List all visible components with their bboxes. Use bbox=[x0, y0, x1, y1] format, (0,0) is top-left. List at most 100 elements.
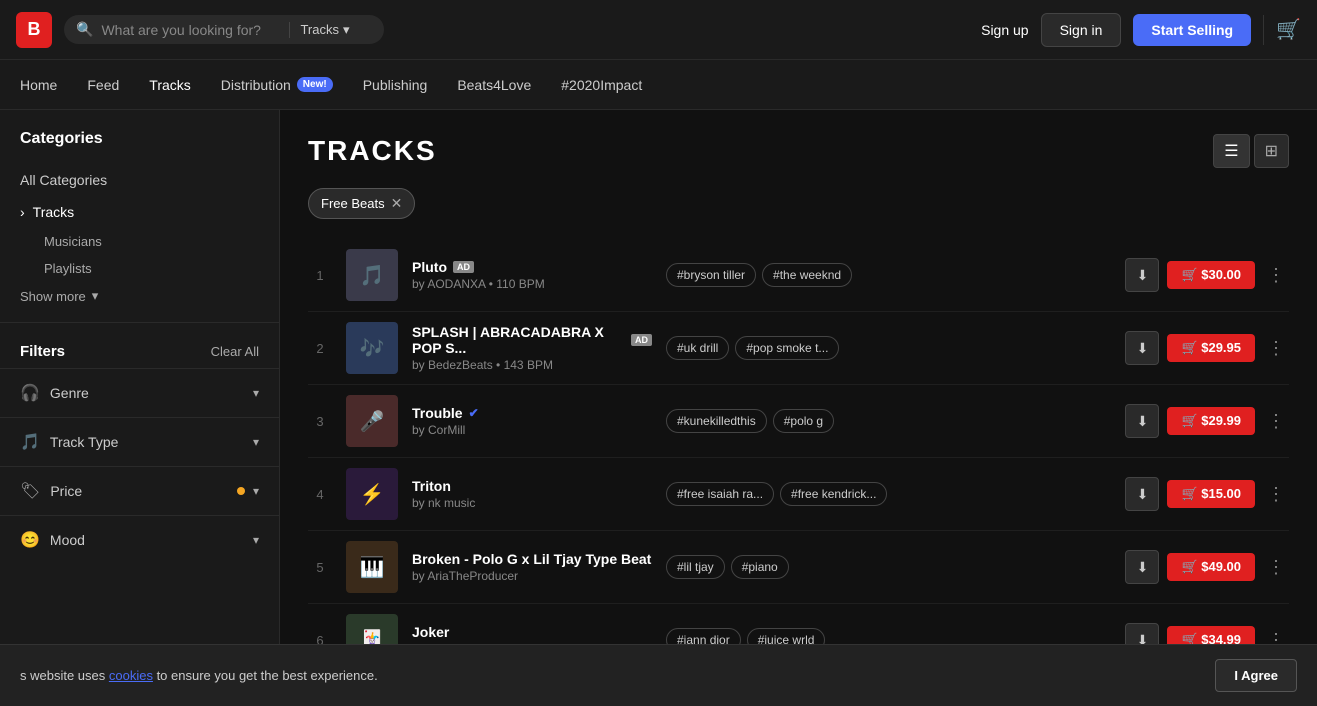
active-filters: Free Beats ✕ bbox=[308, 188, 1289, 219]
track-info: Trouble✔ by CorMill bbox=[412, 405, 652, 437]
more-options-button[interactable]: ⋮ bbox=[1263, 407, 1289, 436]
main-content: TRACKS ☰ ⊞ Free Beats ✕ 1 🎵 PlutoAD by A… bbox=[280, 110, 1317, 706]
price-tag-icon: 🏷 bbox=[20, 481, 40, 501]
track-name: PlutoAD bbox=[412, 259, 652, 275]
filter-row-genre[interactable]: 🎧 Genre ▾ bbox=[0, 369, 279, 417]
search-input[interactable] bbox=[101, 22, 281, 38]
sidebar-sub-musicians[interactable]: Musicians bbox=[0, 228, 279, 255]
chevron-down-icon: ▾ bbox=[253, 533, 259, 547]
filter-mood: 😊 Mood ▾ bbox=[0, 515, 279, 564]
filter-row-price[interactable]: 🏷 Price ▾ bbox=[0, 467, 279, 515]
tag-pill[interactable]: #piano bbox=[731, 555, 789, 579]
sidebar-divider bbox=[0, 322, 279, 323]
nav-item-publishing[interactable]: Publishing bbox=[363, 73, 428, 97]
main-header: TRACKS ☰ ⊞ bbox=[308, 134, 1289, 168]
filter-label-price: Price bbox=[50, 483, 82, 499]
topbar-divider bbox=[1263, 15, 1264, 45]
tag-pill[interactable]: #bryson tiller bbox=[666, 263, 756, 287]
search-category-dropdown[interactable]: Tracks ▾ bbox=[289, 22, 349, 38]
tag-pill[interactable]: #kunekilledthis bbox=[666, 409, 767, 433]
filter-track-type: 🎵 Track Type ▾ bbox=[0, 417, 279, 466]
download-button[interactable]: ⬇ bbox=[1125, 258, 1159, 292]
download-button[interactable]: ⬇ bbox=[1125, 550, 1159, 584]
filter-row-track-type[interactable]: 🎵 Track Type ▾ bbox=[0, 418, 279, 466]
cart-icon[interactable]: 🛒 bbox=[1276, 17, 1301, 42]
filter-tag-label: Free Beats bbox=[321, 196, 385, 211]
ad-badge: AD bbox=[631, 334, 652, 346]
track-artist: by AriaTheProducer bbox=[412, 569, 652, 583]
track-row: 3 🎤 Trouble✔ by CorMill #kunekilledthis#… bbox=[308, 385, 1289, 458]
track-artist: by AODANXA • 110 BPM bbox=[412, 277, 652, 291]
track-row: 5 🎹 Broken - Polo G x Lil Tjay Type Beat… bbox=[308, 531, 1289, 604]
filter-label-genre: Genre bbox=[50, 385, 89, 401]
tag-pill[interactable]: #uk drill bbox=[666, 336, 729, 360]
signup-button[interactable]: Sign up bbox=[981, 22, 1028, 38]
start-selling-button[interactable]: Start Selling bbox=[1133, 14, 1251, 46]
tag-pill[interactable]: #pop smoke t... bbox=[735, 336, 839, 360]
track-name: Trouble✔ bbox=[412, 405, 652, 421]
track-row: 2 🎶 SPLASH | ABRACADABRA X POP S...AD by… bbox=[308, 312, 1289, 385]
nav-item-distribution[interactable]: Distribution New! bbox=[221, 73, 333, 97]
nav-item-feed[interactable]: Feed bbox=[87, 73, 119, 97]
signin-button[interactable]: Sign in bbox=[1041, 13, 1122, 47]
add-to-cart-button[interactable]: 🛒 $29.95 bbox=[1167, 334, 1255, 362]
cookie-link[interactable]: cookies bbox=[109, 668, 153, 683]
add-to-cart-button[interactable]: 🛒 $49.00 bbox=[1167, 553, 1255, 581]
layout: Categories All Categories › Tracks Music… bbox=[0, 110, 1317, 706]
track-tags: #free isaiah ra...#free kendrick... bbox=[666, 482, 1111, 506]
nav-item-tracks[interactable]: Tracks bbox=[149, 73, 190, 97]
filter-tag-remove[interactable]: ✕ bbox=[391, 195, 403, 212]
download-button[interactable]: ⬇ bbox=[1125, 477, 1159, 511]
cookie-banner: s website uses cookies to ensure you get… bbox=[0, 644, 1317, 706]
music-note-icon: 🎵 bbox=[20, 432, 40, 452]
filter-label-mood: Mood bbox=[50, 532, 85, 548]
add-to-cart-button[interactable]: 🛒 $15.00 bbox=[1167, 480, 1255, 508]
download-button[interactable]: ⬇ bbox=[1125, 331, 1159, 365]
grid-view-button[interactable]: ⊞ bbox=[1254, 134, 1289, 168]
nav-item-beats4love[interactable]: Beats4Love bbox=[457, 73, 531, 97]
track-actions: ⬇ 🛒 $29.99 ⋮ bbox=[1125, 404, 1289, 438]
topbar-actions: Sign up Sign in Start Selling 🛒 bbox=[981, 13, 1301, 47]
track-info: Broken - Polo G x Lil Tjay Type Beat by … bbox=[412, 551, 652, 583]
clear-all-button[interactable]: Clear All bbox=[211, 344, 259, 359]
search-bar: 🔍 Tracks ▾ bbox=[64, 15, 384, 44]
track-name: Triton bbox=[412, 478, 652, 494]
filter-genre: 🎧 Genre ▾ bbox=[0, 368, 279, 417]
chevron-down-icon: ▾ bbox=[253, 484, 259, 498]
nav-item-impact[interactable]: #2020Impact bbox=[561, 73, 642, 97]
tag-pill[interactable]: #lil tjay bbox=[666, 555, 725, 579]
more-options-button[interactable]: ⋮ bbox=[1263, 553, 1289, 582]
tag-pill[interactable]: #the weeknd bbox=[762, 263, 852, 287]
tag-pill[interactable]: #polo g bbox=[773, 409, 834, 433]
track-number: 2 bbox=[308, 341, 332, 356]
track-thumbnail: 🎤 bbox=[346, 395, 398, 447]
track-artist: by nk music bbox=[412, 496, 652, 510]
more-options-button[interactable]: ⋮ bbox=[1263, 334, 1289, 363]
list-view-button[interactable]: ☰ bbox=[1213, 134, 1249, 168]
nav-item-home[interactable]: Home bbox=[20, 73, 57, 97]
tag-pill[interactable]: #free isaiah ra... bbox=[666, 482, 774, 506]
download-button[interactable]: ⬇ bbox=[1125, 404, 1159, 438]
cookie-text: s website uses cookies to ensure you get… bbox=[20, 668, 1205, 683]
track-tags: #lil tjay#piano bbox=[666, 555, 1111, 579]
sidebar-item-tracks[interactable]: › Tracks bbox=[0, 196, 279, 228]
track-thumbnail: 🎹 bbox=[346, 541, 398, 593]
add-to-cart-button[interactable]: 🛒 $29.99 bbox=[1167, 407, 1255, 435]
filter-tag-free-beats: Free Beats ✕ bbox=[308, 188, 415, 219]
track-actions: ⬇ 🛒 $29.95 ⋮ bbox=[1125, 331, 1289, 365]
track-thumb-emoji: 🎤 bbox=[346, 395, 398, 447]
more-options-button[interactable]: ⋮ bbox=[1263, 261, 1289, 290]
add-to-cart-button[interactable]: 🛒 $30.00 bbox=[1167, 261, 1255, 289]
show-more-button[interactable]: Show more ▾ bbox=[0, 282, 279, 310]
logo[interactable]: B bbox=[16, 12, 52, 48]
tag-pill[interactable]: #free kendrick... bbox=[780, 482, 887, 506]
track-name: Joker bbox=[412, 624, 652, 640]
cookie-agree-button[interactable]: I Agree bbox=[1215, 659, 1297, 692]
track-artist: by BedezBeats • 143 BPM bbox=[412, 358, 652, 372]
sidebar-sub-playlists[interactable]: Playlists bbox=[0, 255, 279, 282]
filters-title: Filters bbox=[20, 343, 65, 360]
more-options-button[interactable]: ⋮ bbox=[1263, 480, 1289, 509]
verified-icon: ✔ bbox=[469, 406, 479, 420]
sidebar-item-all-categories[interactable]: All Categories bbox=[0, 164, 279, 196]
filter-row-mood[interactable]: 😊 Mood ▾ bbox=[0, 516, 279, 564]
